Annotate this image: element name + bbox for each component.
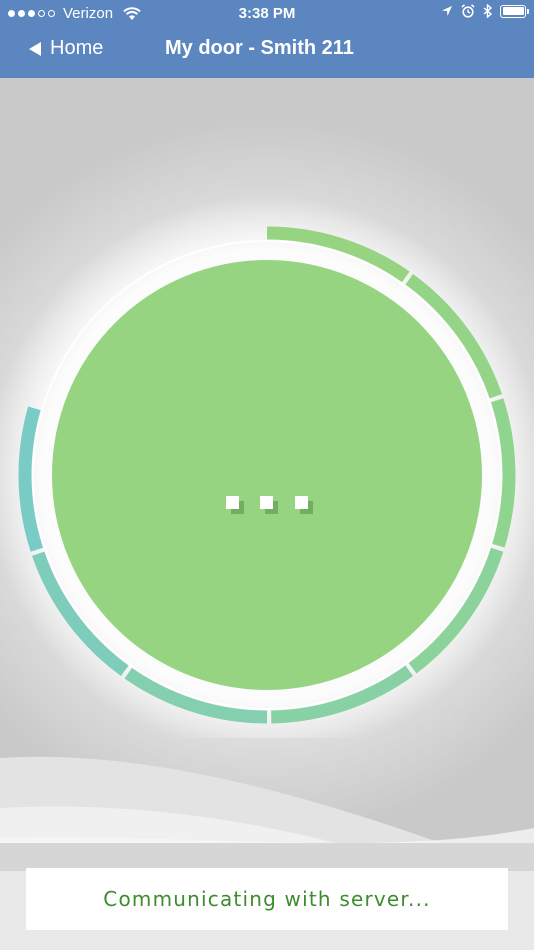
back-button[interactable]: Home bbox=[28, 37, 103, 60]
location-arrow-icon bbox=[442, 6, 452, 16]
back-arrow-icon bbox=[29, 41, 41, 56]
bluetooth-icon bbox=[483, 4, 492, 18]
back-button-label: Home bbox=[50, 37, 104, 59]
lock-dial[interactable] bbox=[0, 78, 534, 738]
status-panel: Communicating with server... bbox=[26, 868, 508, 930]
unlock-button[interactable] bbox=[52, 260, 482, 690]
status-bar: Verizon 3:38 PM bbox=[0, 0, 534, 28]
status-right bbox=[441, 4, 529, 18]
status-message: Communicating with server... bbox=[103, 887, 431, 911]
alarm-clock-icon bbox=[461, 4, 475, 18]
battery-icon bbox=[500, 4, 529, 18]
main-area: Communicating with server... bbox=[0, 78, 534, 950]
header-bar: Verizon 3:38 PM Home My door - Smith 211 bbox=[0, 0, 534, 78]
nav-bar: Home My door - Smith 211 bbox=[0, 28, 534, 78]
page-title: My door - Smith 211 bbox=[165, 37, 354, 59]
